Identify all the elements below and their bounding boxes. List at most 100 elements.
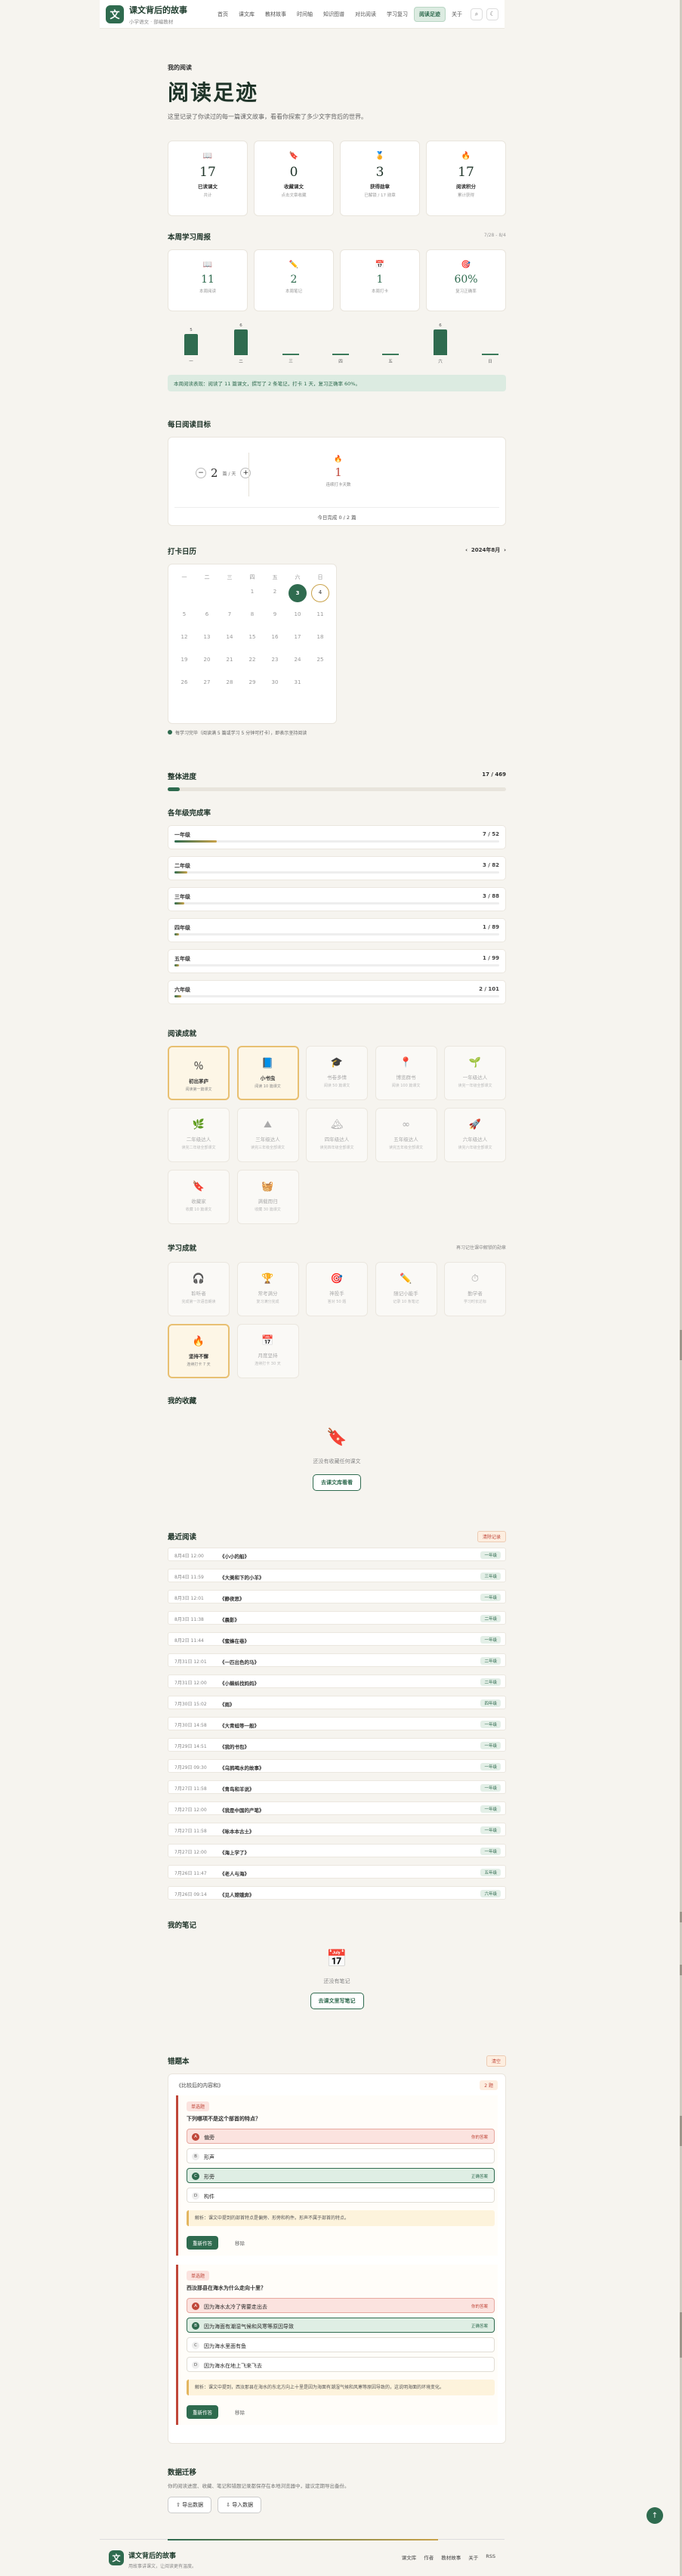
recent-title-link[interactable]: 《晨影》: [220, 1616, 239, 1623]
import-button[interactable]: ⇩ 导入数据: [218, 2497, 262, 2513]
calendar-day[interactable]: 29: [241, 679, 264, 685]
achievement-card[interactable]: 🔖 收藏家 收藏 10 篇课文: [168, 1170, 230, 1224]
calendar-day[interactable]: 25: [309, 657, 332, 663]
calendar-day[interactable]: 31: [286, 679, 309, 685]
recent-title-link[interactable]: 《青鸟和羊说》: [220, 1785, 255, 1792]
calendar-day[interactable]: 2: [264, 589, 286, 595]
calendar-day[interactable]: 10: [286, 611, 309, 617]
calendar-day[interactable]: 11: [309, 611, 332, 617]
calendar-day[interactable]: 8: [241, 611, 264, 617]
calendar-day[interactable]: 30: [264, 679, 286, 685]
achievement-card[interactable]: 🌱 一年级达人 读完一年级全部课文: [444, 1046, 506, 1100]
remove-button[interactable]: 移除: [229, 2405, 251, 2419]
calendar-day[interactable]: 22: [241, 657, 264, 663]
calendar-day[interactable]: 14: [218, 634, 241, 640]
next-month-icon[interactable]: ›: [504, 547, 506, 553]
write-note-button[interactable]: 去课文里写笔记: [310, 1993, 364, 2009]
recent-title-link[interactable]: 《大青蛙等一般》: [220, 1721, 259, 1729]
recent-title-link[interactable]: 《见人嫦娥奔》: [220, 1891, 255, 1898]
recent-title-link[interactable]: 《小小的船》: [220, 1552, 249, 1560]
clear-wrongbook-button[interactable]: 清空: [486, 2055, 506, 2067]
nav-compare[interactable]: 对比阅读: [350, 8, 381, 21]
achievement-card[interactable]: 🏔 四年级达人 读完四年级全部课文: [306, 1108, 368, 1162]
achievement-card[interactable]: 🌿 二年级达人 读完二年级全部课文: [168, 1108, 230, 1162]
calendar-day[interactable]: 18: [309, 634, 332, 640]
recent-row[interactable]: 7月27日 11:58 《青鸟和羊说》 一年级: [168, 1780, 506, 1794]
app-logo[interactable]: 文: [106, 5, 124, 23]
recent-title-link[interactable]: 《雨》: [220, 1700, 235, 1708]
achievement-card[interactable]: 🎯 神投手 答对 50 题: [306, 1262, 368, 1316]
footer-link-textbook[interactable]: 教材故事: [441, 2553, 461, 2561]
footer-logo[interactable]: 文: [109, 2550, 124, 2565]
achievement-card[interactable]: 📅 月度坚持 连续打卡 30 天: [236, 1324, 299, 1378]
calendar-day[interactable]: 15: [241, 634, 264, 640]
increase-button[interactable]: +: [240, 468, 252, 478]
calendar-day[interactable]: 3: [286, 584, 309, 602]
calendar-day[interactable]: 17: [286, 634, 309, 640]
recent-row[interactable]: 7月26日 09:14 《见人嫦娥奔》 六年级: [168, 1886, 506, 1900]
footer-link-library[interactable]: 课文库: [402, 2553, 417, 2561]
achievement-card[interactable]: ％ 初出茅庐 阅读第一篇课文: [168, 1046, 230, 1100]
nav-library[interactable]: 课文库: [234, 8, 259, 21]
retry-button[interactable]: 重新作答: [187, 2236, 218, 2250]
option[interactable]: B 因为海面有潮湿气候和风寒等原因导致 正确答案: [187, 2318, 495, 2333]
calendar-day[interactable]: 19: [173, 657, 196, 663]
search-icon[interactable]: ⌕: [471, 8, 483, 20]
theme-toggle-icon[interactable]: ☾: [486, 8, 498, 20]
achievement-card[interactable]: 📍 博览群书 阅读 100 篇课文: [375, 1046, 437, 1100]
option[interactable]: C 因为海水里面有鱼: [187, 2337, 495, 2352]
recent-row[interactable]: 7月27日 11:58 《咏本本古土》 一年级: [168, 1823, 506, 1836]
footer-link-about[interactable]: 关于: [468, 2553, 478, 2561]
calendar-day[interactable]: 1: [241, 589, 264, 595]
recent-title-link[interactable]: 《小蝌蚪找妈妈》: [220, 1679, 259, 1687]
achievement-card[interactable]: ⏱ 勤学者 学习时长达标: [444, 1262, 506, 1316]
achievement-card[interactable]: 🎓 书卷多情 阅读 50 篇课文: [306, 1046, 368, 1100]
recent-title-link[interactable]: 《我的书包》: [220, 1743, 249, 1750]
footer-link-authors[interactable]: 作者: [424, 2553, 434, 2561]
achievement-card[interactable]: ∞ 五年级达人 读完五年级全部课文: [375, 1108, 437, 1162]
achievement-card[interactable]: ✏️ 随记小能手 记录 10 条笔记: [375, 1262, 437, 1316]
remove-button[interactable]: 移除: [229, 2236, 251, 2250]
recent-row[interactable]: 7月31日 12:00 《小蝌蚪找妈妈》 二年级: [168, 1675, 506, 1688]
achievement-card[interactable]: 🔥 坚持不懈 连续打卡 7 天: [168, 1324, 230, 1378]
recent-title-link[interactable]: 《咏本本古土》: [220, 1827, 255, 1835]
recent-row[interactable]: 8月4日 11:59 《大美和下的小羊》 三年级: [168, 1569, 506, 1582]
calendar-day[interactable]: 23: [264, 657, 286, 663]
recent-title-link[interactable]: 《老人与海》: [220, 1869, 249, 1877]
recent-row[interactable]: 8月2日 11:44 《蜜蜂在巷》 一年级: [168, 1632, 506, 1646]
recent-row[interactable]: 7月30日 14:58 《大青蛙等一般》 一年级: [168, 1717, 506, 1730]
recent-row[interactable]: 8月3日 12:01 《静夜思》 一年级: [168, 1590, 506, 1603]
achievement-card[interactable]: 📘 小书虫 阅读 10 篇课文: [236, 1046, 299, 1100]
nav-review[interactable]: 学习复习: [382, 8, 412, 21]
option[interactable]: A 因为海水太冷了需要走出去 你的答案: [187, 2298, 495, 2313]
calendar-day[interactable]: 6: [196, 611, 218, 617]
recent-title-link[interactable]: 《乌鸦喝水的故事》: [220, 1764, 264, 1771]
recent-title-link[interactable]: 《海上学了》: [220, 1848, 249, 1856]
recent-row[interactable]: 7月30日 15:02 《雨》 四年级: [168, 1696, 506, 1709]
option[interactable]: A 偏旁 你的答案: [187, 2129, 495, 2144]
calendar-day[interactable]: 12: [173, 634, 196, 640]
clear-history-button[interactable]: 清除记录: [477, 1531, 506, 1542]
calendar-day[interactable]: 28: [218, 679, 241, 685]
calendar-day[interactable]: 16: [264, 634, 286, 640]
calendar-day[interactable]: 20: [196, 657, 218, 663]
recent-row[interactable]: 7月26日 11:47 《老人与海》 五年级: [168, 1865, 506, 1879]
calendar-day[interactable]: 26: [173, 679, 196, 685]
nav-about[interactable]: 关于: [447, 8, 467, 21]
achievement-card[interactable]: 🎧 聆听者 完成第一次语音朗读: [168, 1262, 230, 1316]
recent-title-link[interactable]: 《蜜蜂在巷》: [220, 1637, 249, 1644]
calendar-day[interactable]: 4: [309, 584, 332, 602]
recent-row[interactable]: 7月31日 12:01 《一匹出色的马》 二年级: [168, 1653, 506, 1667]
calendar-day[interactable]: 7: [218, 611, 241, 617]
nav-textbook[interactable]: 教材故事: [261, 8, 291, 21]
recent-row[interactable]: 7月29日 09:30 《乌鸦喝水的故事》 一年级: [168, 1759, 506, 1773]
nav-timeline[interactable]: 时间轴: [292, 8, 317, 21]
option[interactable]: D 构件: [187, 2188, 495, 2203]
recent-row[interactable]: 7月29日 14:51 《我的书包》 一年级: [168, 1738, 506, 1752]
achievement-card[interactable]: ⛰ 三年级达人 读完三年级全部课文: [236, 1108, 299, 1162]
recent-row[interactable]: 8月4日 12:00 《小小的船》 一年级: [168, 1548, 506, 1561]
recent-row[interactable]: 7月27日 12:00 《海上学了》 一年级: [168, 1844, 506, 1857]
nav-home[interactable]: 首页: [213, 8, 233, 21]
calendar-day[interactable]: 13: [196, 634, 218, 640]
achievement-card[interactable]: 🏆 常考满分 复习满分完成: [236, 1262, 299, 1316]
